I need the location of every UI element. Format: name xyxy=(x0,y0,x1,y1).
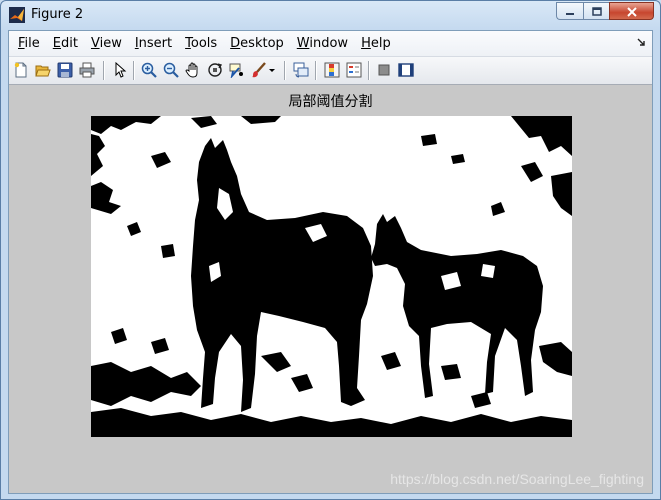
link-plot-icon[interactable] xyxy=(292,61,310,79)
hide-plot-tools-icon[interactable] xyxy=(375,61,393,79)
toolbar-separator xyxy=(284,61,286,80)
save-figure-icon[interactable] xyxy=(56,61,74,79)
insert-legend-icon[interactable] xyxy=(345,61,363,79)
minimize-button[interactable] xyxy=(556,2,583,20)
menu-insert[interactable]: Insert xyxy=(130,36,177,51)
figure-canvas[interactable]: 局部阈值分割 https://blog.csdn.net/SoaringLee_… xyxy=(9,85,652,493)
thresholded-horses-image[interactable] xyxy=(91,116,572,437)
print-figure-icon[interactable] xyxy=(78,61,96,79)
figure-client-area: File Edit View Insert Tools Desktop Wind… xyxy=(8,30,653,494)
minimize-icon xyxy=(565,2,575,21)
show-plot-tools-icon[interactable] xyxy=(397,61,415,79)
matlab-logo-icon xyxy=(9,7,25,23)
zoom-out-icon[interactable] xyxy=(162,61,180,79)
data-cursor-icon[interactable] xyxy=(228,61,246,79)
figure-window: Figure 2 File Edit View Insert Tools Des… xyxy=(0,0,661,500)
close-icon xyxy=(626,2,638,21)
window-controls xyxy=(556,2,654,22)
brush-icon[interactable] xyxy=(250,61,268,79)
new-figure-icon[interactable] xyxy=(12,61,30,79)
menu-edit[interactable]: Edit xyxy=(48,36,83,51)
title-bar[interactable]: Figure 2 xyxy=(1,1,660,29)
menu-bar: File Edit View Insert Tools Desktop Wind… xyxy=(9,31,652,57)
menu-tools[interactable]: Tools xyxy=(180,36,222,51)
maximize-button[interactable] xyxy=(583,2,609,20)
figure-toolbar xyxy=(9,57,652,85)
axes-title: 局部阈值分割 xyxy=(288,94,373,110)
close-button[interactable] xyxy=(609,2,654,20)
insert-colorbar-icon[interactable] xyxy=(323,61,341,79)
pan-icon[interactable] xyxy=(184,61,202,79)
toolbar-separator xyxy=(368,61,370,80)
toolbar-separator xyxy=(103,61,105,80)
brush-dropdown-icon[interactable] xyxy=(267,61,277,79)
edit-plot-icon[interactable] xyxy=(111,61,129,79)
open-file-icon[interactable] xyxy=(34,61,52,79)
menu-view[interactable]: View xyxy=(86,36,127,51)
zoom-in-icon[interactable] xyxy=(140,61,158,79)
menu-file[interactable]: File xyxy=(13,36,45,51)
window-title: Figure 2 xyxy=(31,7,84,22)
dock-arrow-icon[interactable] xyxy=(637,38,646,50)
toolbar-separator xyxy=(133,61,135,80)
menu-window[interactable]: Window xyxy=(292,36,353,51)
maximize-icon xyxy=(591,2,602,21)
toolbar-separator xyxy=(315,61,317,80)
rotate-3d-icon[interactable] xyxy=(206,61,224,79)
watermark-text: https://blog.csdn.net/SoaringLee_fightin… xyxy=(390,471,644,487)
menu-desktop[interactable]: Desktop xyxy=(225,36,289,51)
menu-help[interactable]: Help xyxy=(356,36,396,51)
